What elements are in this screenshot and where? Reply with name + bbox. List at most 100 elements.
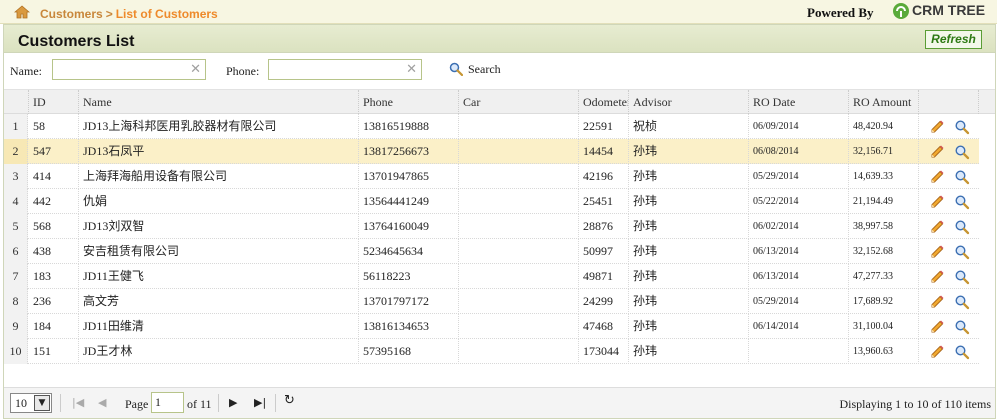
cell-name: JD王才林 <box>79 339 359 364</box>
cell-ro-date: 05/29/2014 <box>749 289 849 314</box>
cell-ro-amount: 48,420.94 <box>849 114 919 139</box>
cell-ro-date: 05/29/2014 <box>749 164 849 189</box>
cell-actions <box>919 289 979 314</box>
pencil-icon[interactable] <box>929 319 945 335</box>
cell-actions <box>919 339 979 364</box>
magnifier-icon[interactable] <box>954 269 970 285</box>
cell-ro-amount: 31,100.04 <box>849 314 919 339</box>
pencil-icon[interactable] <box>929 119 945 135</box>
table-row[interactable]: 8 236 高文芳 13701797172 24299 孙玮 05/29/2014 17,68… <box>4 289 979 314</box>
cell-name: 安吉租赁有限公司 <box>79 239 359 264</box>
magnifier-icon[interactable] <box>954 169 970 185</box>
phone-label: Phone: <box>226 64 260 78</box>
home-icon[interactable] <box>14 5 30 19</box>
table-row[interactable]: 2 547 JD13石凤平 13817256673 14454 孙玮 06/08/2014 3… <box>4 139 979 164</box>
table-row[interactable]: 3 414 上海拜海船用设备有限公司 13701947865 42196 孙玮 05/29/… <box>4 164 979 189</box>
breadcrumb: Customers > List of Customers <box>40 7 218 21</box>
cell-odometer: 24299 <box>579 289 629 314</box>
table-row[interactable]: 10 151 JD王才林 57395168 173044 孙玮 13,960.63 <box>4 339 979 364</box>
cell-phone: 13764160049 <box>359 214 459 239</box>
last-page-icon[interactable]: ▶| <box>254 396 266 410</box>
magnifier-icon[interactable] <box>954 319 970 335</box>
search-bar: Name: ✕ Phone: ✕ Search <box>4 54 995 89</box>
cell-advisor: 孙玮 <box>629 239 749 264</box>
magnifier-icon[interactable] <box>954 244 970 260</box>
magnifier-icon[interactable] <box>954 344 970 360</box>
refresh-button[interactable]: Refresh <box>925 30 982 49</box>
cell-car <box>459 214 579 239</box>
column-header-id[interactable]: ID <box>29 90 79 114</box>
cell-name: JD13刘双智 <box>79 214 359 239</box>
column-header-name[interactable]: Name <box>79 90 359 114</box>
cell-ro-date: 06/13/2014 <box>749 239 849 264</box>
breadcrumb-current: List of Customers <box>115 7 218 21</box>
magnifier-icon[interactable] <box>954 294 970 310</box>
magnifier-icon[interactable] <box>954 219 970 235</box>
table-row[interactable]: 1 58 JD13上海科邦医用乳胶器材有限公司 13816519888 22591 祝桢 0… <box>4 114 979 139</box>
display-info: Displaying 1 to 10 of 110 items <box>839 397 991 411</box>
column-header-car[interactable]: Car <box>459 90 579 114</box>
table-row[interactable]: 5 568 JD13刘双智 13764160049 28876 孙玮 06/02/2014 3… <box>4 214 979 239</box>
magnifier-icon[interactable] <box>954 194 970 210</box>
cell-advisor: 孙玮 <box>629 289 749 314</box>
pencil-icon[interactable] <box>929 144 945 160</box>
cell-name: JD11田维清 <box>79 314 359 339</box>
cell-actions <box>919 114 979 139</box>
cell-phone: 13701947865 <box>359 164 459 189</box>
cell-ro-amount: 21,194.49 <box>849 189 919 214</box>
pencil-icon[interactable] <box>929 294 945 310</box>
pencil-icon[interactable] <box>929 194 945 210</box>
previous-page-icon[interactable]: ◀ <box>98 396 106 410</box>
cell-odometer: 25451 <box>579 189 629 214</box>
cell-name: JD13上海科邦医用乳胶器材有限公司 <box>79 114 359 139</box>
search-button[interactable]: Search <box>449 59 501 79</box>
magnifier-icon[interactable] <box>954 144 970 160</box>
table-row[interactable]: 4 442 仇娟 13564441249 25451 孙玮 05/22/2014 21,194… <box>4 189 979 214</box>
cell-id: 438 <box>29 239 79 264</box>
column-header-ro-amount[interactable]: RO Amount <box>849 90 919 114</box>
phone-input[interactable] <box>269 60 421 79</box>
cell-phone: 13816519888 <box>359 114 459 139</box>
search-button-label: Search <box>468 61 501 76</box>
breadcrumb-separator: > <box>105 7 113 21</box>
column-header-odometer[interactable]: Odometer <box>579 90 629 114</box>
cell-phone: 57395168 <box>359 339 459 364</box>
clear-icon[interactable]: ✕ <box>406 63 417 77</box>
cell-actions <box>919 189 979 214</box>
customers-panel: Customers List Refresh Name: ✕ Phone: ✕ … <box>3 24 996 419</box>
first-page-icon[interactable]: |◀ <box>72 396 84 410</box>
phone-field-wrapper: ✕ <box>268 59 422 80</box>
cell-id: 151 <box>29 339 79 364</box>
pencil-icon[interactable] <box>929 344 945 360</box>
column-header-advisor[interactable]: Advisor <box>629 90 749 114</box>
clear-icon[interactable]: ✕ <box>190 63 201 77</box>
page-size-select[interactable]: 10 ▼ <box>10 393 52 413</box>
pencil-icon[interactable] <box>929 169 945 185</box>
magnifier-icon[interactable] <box>954 119 970 135</box>
pencil-icon[interactable] <box>929 269 945 285</box>
pencil-icon[interactable] <box>929 244 945 260</box>
table-row[interactable]: 6 438 安吉租赁有限公司 5234645634 50997 孙玮 06/13/2014 3… <box>4 239 979 264</box>
cell-ro-date: 06/08/2014 <box>749 139 849 164</box>
cell-advisor: 孙玮 <box>629 214 749 239</box>
page-number-input[interactable]: 1 <box>151 392 184 413</box>
cell-car <box>459 189 579 214</box>
row-number: 4 <box>4 189 28 214</box>
breadcrumb-root-link[interactable]: Customers <box>40 7 103 21</box>
table-row[interactable]: 9 184 JD11田维清 13816134653 47468 孙玮 06/14/2014 3… <box>4 314 979 339</box>
next-page-icon[interactable]: ▶ <box>229 396 237 410</box>
cell-odometer: 22591 <box>579 114 629 139</box>
table-row[interactable]: 7 183 JD11王健飞 56118223 49871 孙玮 06/13/2014 47,2… <box>4 264 979 289</box>
pencil-icon[interactable] <box>929 219 945 235</box>
cell-odometer: 14454 <box>579 139 629 164</box>
row-number: 6 <box>4 239 28 264</box>
page-label: Page <box>125 397 149 411</box>
name-input[interactable] <box>53 60 205 79</box>
row-number: 5 <box>4 214 28 239</box>
cell-advisor: 孙玮 <box>629 189 749 214</box>
cell-id: 236 <box>29 289 79 314</box>
column-header-ro-date[interactable]: RO Date <box>749 90 849 114</box>
cell-actions <box>919 239 979 264</box>
column-header-phone[interactable]: Phone <box>359 90 459 114</box>
reload-icon[interactable]: ↻ <box>284 394 295 408</box>
